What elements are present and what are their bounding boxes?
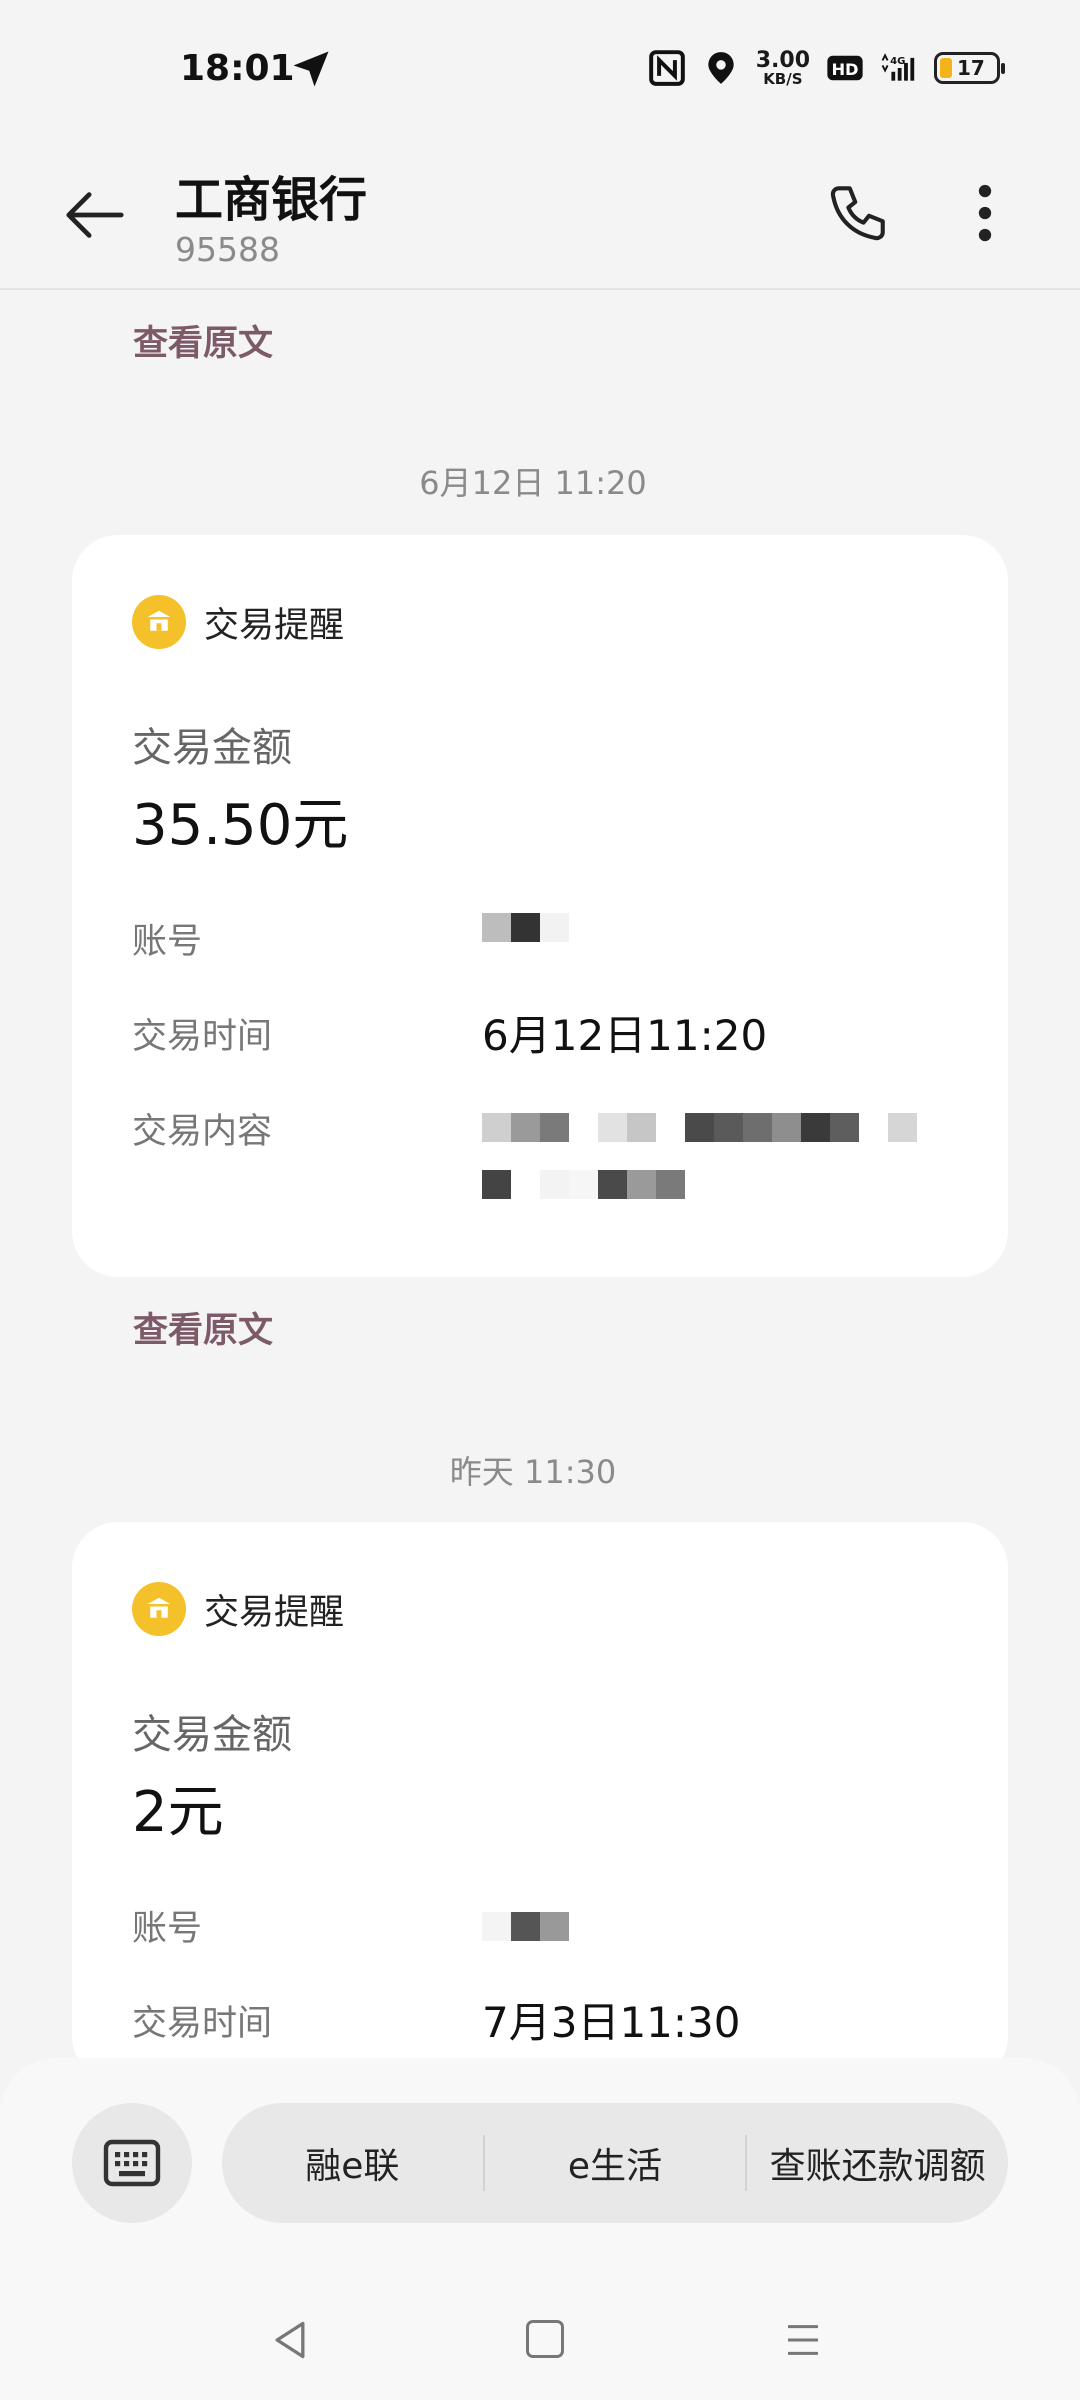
status-icons: 3.00 KB/S HD 4G 17 <box>648 44 1005 92</box>
transaction-card[interactable]: 交易提醒 交易金额 35.50元 账号 交易时间 6月12日11:20 交易内容 <box>72 535 1008 1277</box>
redacted-account <box>482 913 569 942</box>
nav-recent-icon[interactable] <box>782 2320 824 2360</box>
keyboard-button[interactable] <box>72 2103 192 2223</box>
status-time: 18:01 <box>180 48 295 89</box>
view-original-link[interactable]: 查看原文 <box>133 1302 273 1353</box>
quick-menu: 融e联 e生活 查账还款调额 <box>222 2103 1008 2223</box>
nav-home-icon[interactable] <box>526 2320 564 2358</box>
transaction-card[interactable]: 交易提醒 交易金额 2元 账号 交易时间 7月3日11:30 <box>72 1522 1008 2082</box>
network-type: 4G <box>890 56 905 67</box>
network-speed: 3.00 KB/S <box>755 47 810 88</box>
amount-value: 2元 <box>132 1780 224 1845</box>
keyboard-icon <box>103 2139 161 2187</box>
card-type: 交易提醒 <box>204 1592 345 1633</box>
bank-icon <box>132 1582 186 1636</box>
time-label: 交易时间 <box>132 2004 273 2044</box>
page-title: 工商银行 <box>175 172 368 228</box>
redacted-content-line2 <box>482 1170 685 1199</box>
time-value: 7月3日11:30 <box>482 1998 741 2047</box>
card-header: 交易提醒 <box>132 595 344 649</box>
arrow-left-icon[interactable] <box>60 180 130 250</box>
redacted-content <box>482 1113 917 1142</box>
hd-icon: HD <box>827 55 863 81</box>
hd-label: HD <box>831 60 858 79</box>
bottom-panel: 融e联 e生活 查账还款调额 <box>0 2058 1080 2400</box>
signal-icon: 4G <box>881 53 915 81</box>
system-nav-bar <box>0 2308 1080 2388</box>
app-bar: 工商银行 95588 <box>0 130 1080 290</box>
nfc-icon <box>648 50 685 86</box>
message-timestamp: 昨天 11:30 <box>449 1453 617 1491</box>
account-label: 账号 <box>132 922 203 962</box>
view-original-link[interactable]: 查看原文 <box>133 315 273 366</box>
menu-item-rongelian[interactable]: 融e联 <box>222 2137 483 2189</box>
status-bar: 18:01 3.00 KB/S HD 4G 17 <box>0 0 1080 130</box>
account-label: 账号 <box>132 1909 203 1949</box>
time-value: 6月12日11:20 <box>482 1011 768 1060</box>
card-header: 交易提醒 <box>132 1582 344 1636</box>
network-speed-value: 3.00 <box>755 47 810 73</box>
bank-icon <box>132 595 186 649</box>
battery-level: 17 <box>957 56 985 80</box>
send-icon <box>293 51 329 87</box>
menu-item-account-repay[interactable]: 查账还款调额 <box>747 2137 1008 2189</box>
battery-fill <box>940 58 952 78</box>
nav-back-icon[interactable] <box>268 2318 312 2362</box>
amount-label: 交易金额 <box>132 1712 292 1758</box>
amount-value: 35.50元 <box>132 793 349 858</box>
content-label: 交易内容 <box>132 1112 273 1152</box>
message-timestamp: 6月12日 11:20 <box>419 464 647 502</box>
battery-indicator: 17 <box>934 52 1005 84</box>
amount-label: 交易金额 <box>132 725 292 771</box>
phone-icon[interactable] <box>825 180 891 246</box>
card-type: 交易提醒 <box>204 605 345 646</box>
sender-number: 95588 <box>175 230 280 269</box>
redacted-account <box>482 1912 569 1941</box>
time-label: 交易时间 <box>132 1017 273 1057</box>
menu-item-elife[interactable]: e生活 <box>485 2137 746 2189</box>
location-icon <box>708 52 734 84</box>
network-speed-unit: KB/S <box>763 69 803 88</box>
more-vertical-icon[interactable] <box>965 180 1005 246</box>
